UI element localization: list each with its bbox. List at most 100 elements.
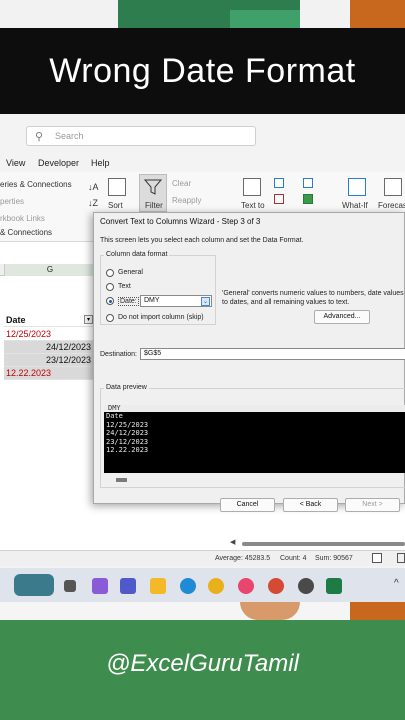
what-if-icon bbox=[348, 178, 366, 196]
decorative-block bbox=[230, 10, 300, 28]
date-format-select[interactable]: DMY ⌄ bbox=[140, 295, 212, 307]
copilot-icon[interactable] bbox=[92, 578, 108, 594]
clear-button[interactable]: Clear bbox=[172, 179, 191, 188]
status-bar: Average: 45283.5 Count: 4 Sum: 90567 bbox=[0, 550, 405, 566]
filter-label: Filter bbox=[145, 201, 163, 210]
date-cell: 23/12/2023 bbox=[45, 355, 91, 365]
text-label: Text bbox=[118, 283, 131, 290]
dialog-title: Convert Text to Columns Wizard - Step 3 … bbox=[100, 217, 261, 226]
preview-row: Date bbox=[106, 412, 123, 420]
next-button[interactable]: Next > bbox=[345, 498, 400, 512]
banner-title: Wrong Date Format bbox=[49, 51, 356, 90]
queries-connections-button[interactable]: eries & Connections bbox=[0, 180, 72, 189]
chevron-up-icon[interactable]: ^ bbox=[394, 578, 399, 589]
menu-view[interactable]: View bbox=[6, 158, 25, 168]
app-icon[interactable] bbox=[298, 578, 314, 594]
date-radio[interactable] bbox=[106, 297, 114, 305]
sort-button[interactable]: Sort bbox=[108, 201, 123, 210]
search-placeholder: Search bbox=[55, 131, 84, 141]
text-to-columns-dialog: Convert Text to Columns Wizard - Step 3 … bbox=[93, 212, 405, 512]
chrome-icon[interactable] bbox=[208, 578, 224, 594]
table-row[interactable]: 12/25/2023 bbox=[4, 328, 95, 341]
column-format-legend: Column data format bbox=[104, 251, 170, 258]
ribbon-group-label: & Connections bbox=[0, 228, 53, 237]
text-to-columns-icon bbox=[243, 178, 261, 196]
table-row[interactable]: 12.22.2023 bbox=[4, 367, 95, 380]
advanced-button[interactable]: Advanced... bbox=[314, 310, 370, 324]
status-count: Count: 4 bbox=[280, 555, 307, 562]
destination-input[interactable]: $G$5 bbox=[140, 348, 405, 360]
music-icon[interactable] bbox=[238, 578, 254, 594]
forecast-button[interactable]: Forecas bbox=[378, 201, 405, 210]
excel-icon[interactable] bbox=[326, 578, 342, 594]
title-banner: Wrong Date Format bbox=[0, 28, 405, 114]
header-cell: Date bbox=[6, 315, 26, 325]
skip-label: Do not import column (skip) bbox=[118, 314, 204, 321]
decorative-block bbox=[240, 602, 300, 620]
page-layout-icon[interactable] bbox=[397, 553, 405, 563]
filter-button[interactable]: Filter bbox=[139, 174, 167, 212]
table-row[interactable]: Date ▾ bbox=[4, 314, 95, 327]
preview-scrollbar[interactable] bbox=[116, 478, 127, 482]
table-row[interactable]: 23/12/2023 bbox=[4, 354, 95, 367]
teams-icon[interactable] bbox=[120, 578, 136, 594]
forecast-icon bbox=[384, 178, 402, 196]
skip-radio[interactable] bbox=[106, 314, 114, 322]
manage-data-model-icon[interactable] bbox=[303, 194, 313, 204]
preview-header: DMY bbox=[108, 404, 121, 412]
format-hint: 'General' converts numeric values to num… bbox=[222, 290, 404, 306]
status-average: Average: 45283.5 bbox=[215, 555, 271, 562]
edit-links-button[interactable]: rkbook Links bbox=[0, 214, 45, 223]
edge-icon[interactable] bbox=[180, 578, 196, 594]
date-format-value: DMY bbox=[144, 297, 160, 304]
menu-help[interactable]: Help bbox=[91, 158, 110, 168]
properties-button[interactable]: perties bbox=[0, 197, 24, 206]
preview-row: 23/12/2023 bbox=[106, 437, 149, 446]
file-explorer-icon[interactable] bbox=[150, 578, 166, 594]
preview-legend: Data preview bbox=[104, 384, 149, 391]
chevron-down-icon[interactable]: ⌄ bbox=[201, 297, 210, 306]
scroll-left-icon[interactable]: ◀ bbox=[230, 538, 235, 546]
table-row[interactable]: 24/12/2023 bbox=[4, 341, 95, 354]
general-label: General bbox=[118, 269, 143, 276]
chrome-profile-icon[interactable] bbox=[268, 578, 284, 594]
column-header-g[interactable]: G bbox=[4, 264, 95, 276]
reapply-button[interactable]: Reapply bbox=[172, 196, 201, 205]
search-input[interactable]: ⚲ Search bbox=[26, 126, 256, 146]
date-cell: 12/25/2023 bbox=[6, 329, 52, 339]
filter-icon bbox=[143, 179, 163, 195]
general-radio[interactable] bbox=[106, 269, 114, 277]
sort-az-icon[interactable]: ↓A bbox=[88, 182, 99, 192]
text-radio[interactable] bbox=[106, 283, 114, 291]
decorative-block bbox=[350, 0, 405, 28]
what-if-button[interactable]: What-If bbox=[342, 201, 368, 210]
search-icon: ⚲ bbox=[35, 131, 44, 143]
dialog-description: This screen lets you select each column … bbox=[100, 237, 304, 244]
normal-view-icon[interactable] bbox=[372, 553, 382, 563]
status-sum: Sum: 90567 bbox=[315, 555, 353, 562]
sort-icon bbox=[108, 178, 126, 196]
top-decoration bbox=[0, 0, 405, 28]
destination-label: Destination: bbox=[100, 351, 137, 358]
horizontal-scrollbar[interactable]: ◀ bbox=[230, 538, 405, 548]
scroll-thumb[interactable] bbox=[242, 542, 405, 546]
flash-fill-icon[interactable] bbox=[274, 178, 284, 188]
preview-row: 12/25/2023 bbox=[106, 420, 149, 429]
excel-window: ⚲ Search View Developer Help eries & Con… bbox=[0, 114, 405, 619]
menu-bar: View Developer Help bbox=[0, 156, 405, 172]
cancel-button[interactable]: Cancel bbox=[220, 498, 275, 512]
task-view-icon[interactable] bbox=[64, 580, 76, 592]
back-button[interactable]: < Back bbox=[283, 498, 338, 512]
bottom-decoration bbox=[0, 602, 405, 620]
remove-duplicates-icon[interactable] bbox=[274, 194, 284, 204]
channel-handle: @ExcelGuruTamil bbox=[106, 650, 299, 677]
consolidate-icon[interactable] bbox=[303, 178, 313, 188]
preview-row: 12.22.2023 bbox=[106, 446, 149, 454]
sort-za-icon[interactable]: ↓Z bbox=[88, 198, 98, 208]
taskbar: ^ bbox=[0, 568, 405, 602]
filter-dropdown-icon[interactable]: ▾ bbox=[84, 315, 93, 324]
text-to-columns-button[interactable]: Text to bbox=[241, 201, 265, 210]
widgets-icon[interactable] bbox=[14, 574, 54, 596]
menu-developer[interactable]: Developer bbox=[38, 158, 79, 168]
data-preview[interactable]: DMY Date 12/25/2023 24/12/2023 23/12/202… bbox=[104, 404, 405, 473]
